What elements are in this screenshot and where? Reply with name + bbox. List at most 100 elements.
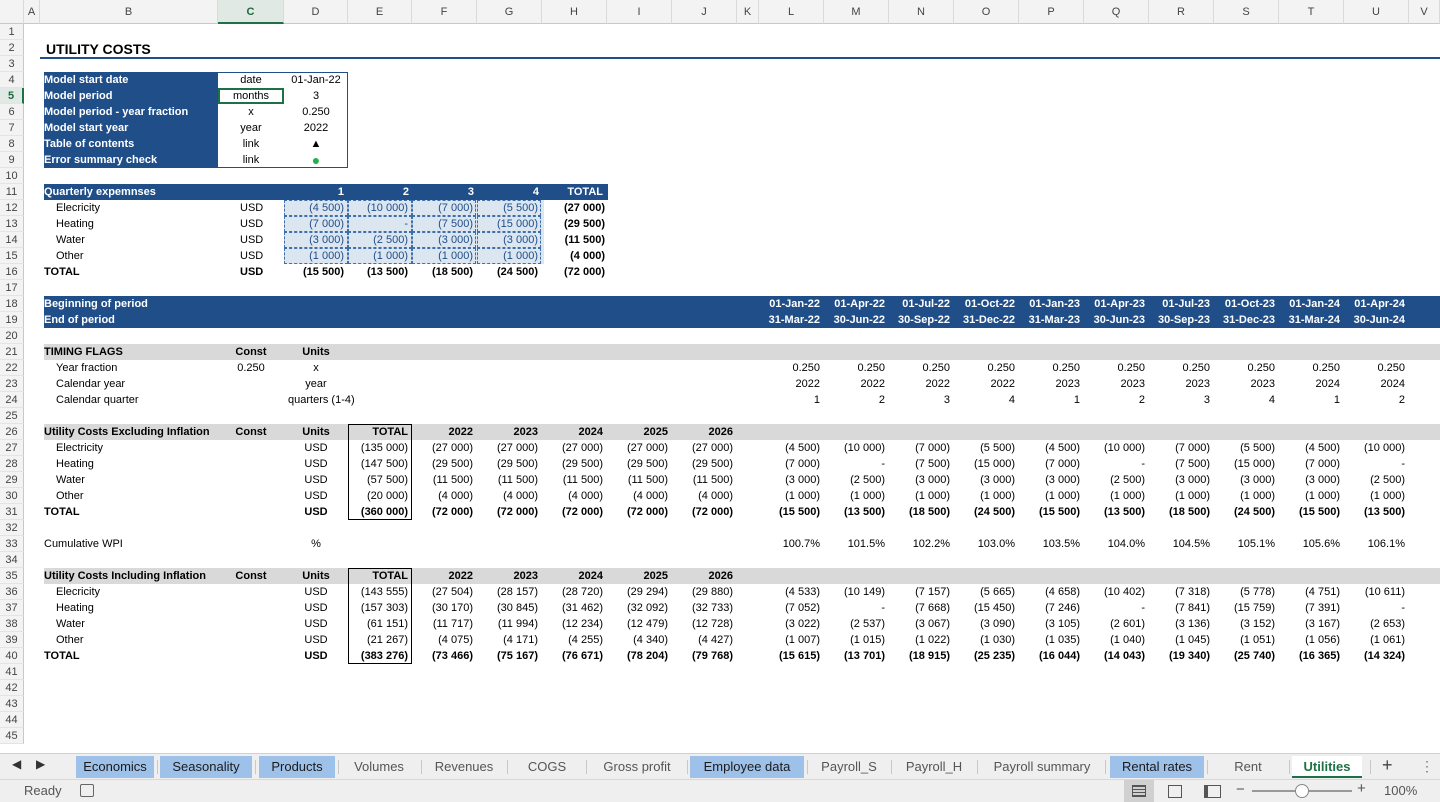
wpi-value[interactable]: 105.6% <box>1279 536 1344 552</box>
param-value[interactable]: 0.250 <box>284 104 348 120</box>
timing-value[interactable]: 2 <box>824 392 889 408</box>
select-all-corner[interactable] <box>0 0 24 24</box>
quarter-value[interactable]: (7 052) <box>759 600 824 616</box>
quarter-value[interactable]: (15 759) <box>1214 600 1279 616</box>
param-unit[interactable]: link <box>218 136 284 152</box>
timing-value[interactable]: 0.250 <box>759 360 824 376</box>
annual-value[interactable]: (27 000) <box>607 440 672 456</box>
quarter-value[interactable]: (5 500) <box>954 440 1019 456</box>
wpi-value[interactable]: 100.7% <box>759 536 824 552</box>
quarter-value[interactable]: (7 391) <box>1279 600 1344 616</box>
normal-view-icon[interactable] <box>1124 780 1154 802</box>
excl-header[interactable]: Utility Costs Excluding Inflation <box>40 424 218 440</box>
quarter-col-header[interactable]: 2 <box>348 184 413 200</box>
timing-value[interactable]: 1 <box>1279 392 1344 408</box>
row-header[interactable]: 26 <box>0 424 24 440</box>
column-header-k[interactable]: K <box>737 0 759 24</box>
timing-value[interactable]: 0.250 <box>824 360 889 376</box>
quarter-col-header[interactable]: 1 <box>284 184 348 200</box>
add-sheet-icon[interactable]: + <box>1382 755 1393 776</box>
quarter-total-header[interactable]: TOTAL <box>542 184 607 200</box>
page-break-view-icon[interactable] <box>1204 785 1221 798</box>
timing-value[interactable]: 2023 <box>1149 376 1214 392</box>
param-value[interactable]: 3 <box>284 88 348 104</box>
quarter-value[interactable]: (7 500) <box>889 456 954 472</box>
timing-value[interactable]: 2024 <box>1279 376 1344 392</box>
expense-total[interactable]: (4 000) <box>542 248 607 264</box>
units-header[interactable]: Units <box>284 344 348 360</box>
annual-total[interactable]: (72 000) <box>672 504 737 520</box>
row-header[interactable]: 8 <box>0 136 24 152</box>
row-header[interactable]: 20 <box>0 328 24 344</box>
units-header[interactable]: Units <box>284 568 348 584</box>
quarterly-grand-total[interactable]: (72 000) <box>542 264 607 280</box>
quarter-value[interactable]: (15 000) <box>1214 456 1279 472</box>
annual-value[interactable]: (27 000) <box>542 440 607 456</box>
column-header-u[interactable]: U <box>1344 0 1409 24</box>
annual-value[interactable]: (27 504) <box>412 584 477 600</box>
expense-input[interactable]: (1 000) <box>412 248 477 264</box>
row-header[interactable]: 3 <box>0 56 24 72</box>
quarter-total[interactable]: (15 615) <box>759 648 824 664</box>
quarter-value[interactable]: (1 000) <box>954 488 1019 504</box>
const-header[interactable]: Const <box>218 344 284 360</box>
timing-const[interactable] <box>218 376 284 392</box>
period-begin-date[interactable]: 01-Jul-23 <box>1149 296 1214 312</box>
wpi-value[interactable]: 105.1% <box>1214 536 1279 552</box>
row-header[interactable]: 9 <box>0 152 24 168</box>
column-header-a[interactable]: A <box>24 0 40 24</box>
row-header[interactable]: 13 <box>0 216 24 232</box>
annual-total[interactable]: (72 000) <box>412 504 477 520</box>
quarterly-total-unit[interactable]: USD <box>218 264 284 280</box>
expense-label[interactable]: Water <box>40 232 218 248</box>
quarter-value[interactable]: (1 000) <box>1019 488 1084 504</box>
row-header[interactable]: 16 <box>0 264 24 280</box>
row-header[interactable]: 11 <box>0 184 24 200</box>
quarter-value[interactable]: (3 000) <box>954 472 1019 488</box>
param-label[interactable]: Table of contents <box>40 136 218 152</box>
quarter-total[interactable]: (19 340) <box>1149 648 1214 664</box>
quarter-value[interactable]: (1 000) <box>1279 488 1344 504</box>
period-end-date[interactable]: 30-Sep-22 <box>889 312 954 328</box>
param-unit[interactable]: months <box>218 88 284 104</box>
annual-value[interactable]: (30 170) <box>412 600 477 616</box>
timing-value[interactable]: 3 <box>1149 392 1214 408</box>
row-header[interactable]: 22 <box>0 360 24 376</box>
units-header[interactable]: Units <box>284 424 348 440</box>
period-begin-date[interactable]: 01-Jul-22 <box>889 296 954 312</box>
column-header-t[interactable]: T <box>1279 0 1344 24</box>
param-label[interactable]: Model period <box>40 88 218 104</box>
annual-header[interactable]: 2025 <box>607 424 672 440</box>
period-begin-date[interactable]: 01-Apr-23 <box>1084 296 1149 312</box>
quarter-value[interactable]: ( <box>1409 472 1440 488</box>
quarter-value[interactable]: (1 061) <box>1344 632 1409 648</box>
quarter-total[interactable]: (18 500) <box>1149 504 1214 520</box>
annual-value[interactable]: (29 294) <box>607 584 672 600</box>
annual-value[interactable]: (31 462) <box>542 600 607 616</box>
expense-total[interactable]: (29 500) <box>542 216 607 232</box>
timing-value[interactable]: 0.250 <box>1084 360 1149 376</box>
quarter-value[interactable]: - <box>824 600 889 616</box>
quarter-value[interactable]: (10 000) <box>1084 440 1149 456</box>
period-end-date[interactable]: 31-Dec-23 <box>1214 312 1279 328</box>
expense-input[interactable]: (5 500) <box>477 200 542 216</box>
toc-link[interactable]: ▲ <box>284 136 348 152</box>
quarter-value[interactable]: (3 000) <box>1279 472 1344 488</box>
quarter-value[interactable]: (3 000) <box>1019 472 1084 488</box>
quarter-value[interactable]: (1 000) <box>889 488 954 504</box>
annual-header[interactable]: 2024 <box>542 424 607 440</box>
period-begin-date[interactable]: 01-Oct-22 <box>954 296 1019 312</box>
quarter-value[interactable]: (10 149) <box>824 584 889 600</box>
quarter-value[interactable]: ( <box>1409 600 1440 616</box>
quarter-value[interactable]: (4 751) <box>1279 584 1344 600</box>
quarter-value[interactable]: (1 056) <box>1279 632 1344 648</box>
sheet-tab-employee-data[interactable]: Employee data <box>690 756 804 778</box>
period-end-date[interactable]: 30-Jun-22 <box>824 312 889 328</box>
period-begin-date[interactable]: 01-Jan-24 <box>1279 296 1344 312</box>
param-label[interactable]: Model period - year fraction <box>40 104 218 120</box>
annual-value[interactable]: (143 555) <box>348 584 412 600</box>
timing-value[interactable]: 0.250 <box>1214 360 1279 376</box>
annual-value[interactable]: (4 255) <box>542 632 607 648</box>
row-header[interactable]: 17 <box>0 280 24 296</box>
period-end-date[interactable]: 30-S <box>1409 312 1440 328</box>
